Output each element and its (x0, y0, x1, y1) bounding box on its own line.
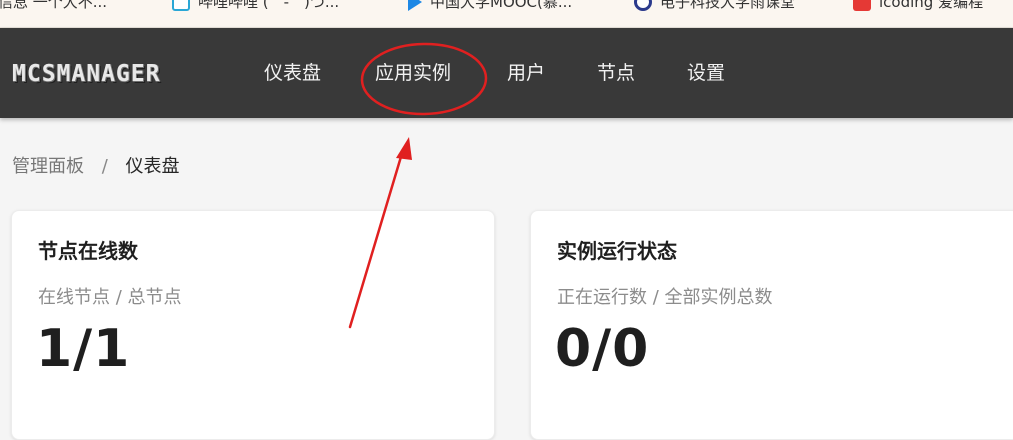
node-online-card: 节点在线数 在线节点 / 总节点 1/1 (11, 210, 495, 440)
nav-settings[interactable]: 设置 (687, 56, 725, 90)
breadcrumb-separator: / (101, 156, 108, 177)
top-navigation: MCSMANAGER 仪表盘 应用实例 用户 节点 设置 (0, 28, 1013, 118)
card-subtitle: 正在运行数 / 全部实例总数 (557, 287, 773, 308)
logo-text: MCSMANAGER (12, 61, 161, 87)
instance-status-card: 实例运行状态 正在运行数 / 全部实例总数 0/0 (530, 210, 1013, 440)
breadcrumb: 管理面板 / 仪表盘 (12, 152, 180, 178)
bookmark-item[interactable]: 电子科技大学雨课堂 (634, 0, 795, 12)
annotation-arrow-head (396, 137, 412, 160)
bookmark-label: 电子科技大学雨课堂 (660, 0, 796, 11)
bilibili-icon (172, 0, 190, 11)
card-value: 0/0 (555, 319, 650, 379)
card-title: 实例运行状态 (557, 239, 677, 263)
mooc-icon (408, 0, 422, 11)
card-value: 1/1 (36, 319, 131, 379)
university-icon (634, 0, 652, 11)
bookmark-item[interactable]: 中国大学MOOC(慕... (408, 0, 572, 12)
breadcrumb-current: 仪表盘 (125, 156, 180, 177)
bookmark-label: 信息 一个大不... (0, 0, 108, 11)
icoding-icon (853, 0, 871, 11)
card-subtitle: 在线节点 / 总节点 (38, 287, 182, 308)
nav-instances[interactable]: 应用实例 (375, 56, 451, 90)
logo[interactable]: MCSMANAGER (12, 61, 222, 87)
bookmark-item[interactable]: icoding 爱编程 (853, 0, 983, 12)
bookmark-item[interactable]: 信息 一个大不... (0, 0, 107, 12)
nav-dashboard[interactable]: 仪表盘 (264, 56, 321, 90)
nav-users[interactable]: 用户 (507, 56, 545, 90)
bookmark-label: 哔哩哔哩 (゜-゜)つ... (198, 0, 340, 11)
bookmark-label: icoding 爱编程 (879, 0, 984, 11)
bookmark-label: 中国大学MOOC(慕... (430, 0, 573, 11)
bookmarks-bar: 信息 一个大不... 哔哩哔哩 (゜-゜)つ... 中国大学MOOC(慕... … (0, 0, 1013, 28)
breadcrumb-root[interactable]: 管理面板 (12, 156, 84, 177)
card-title: 节点在线数 (38, 239, 138, 263)
bookmark-item[interactable]: 哔哩哔哩 (゜-゜)つ... (172, 0, 339, 12)
nav-nodes[interactable]: 节点 (597, 56, 635, 90)
